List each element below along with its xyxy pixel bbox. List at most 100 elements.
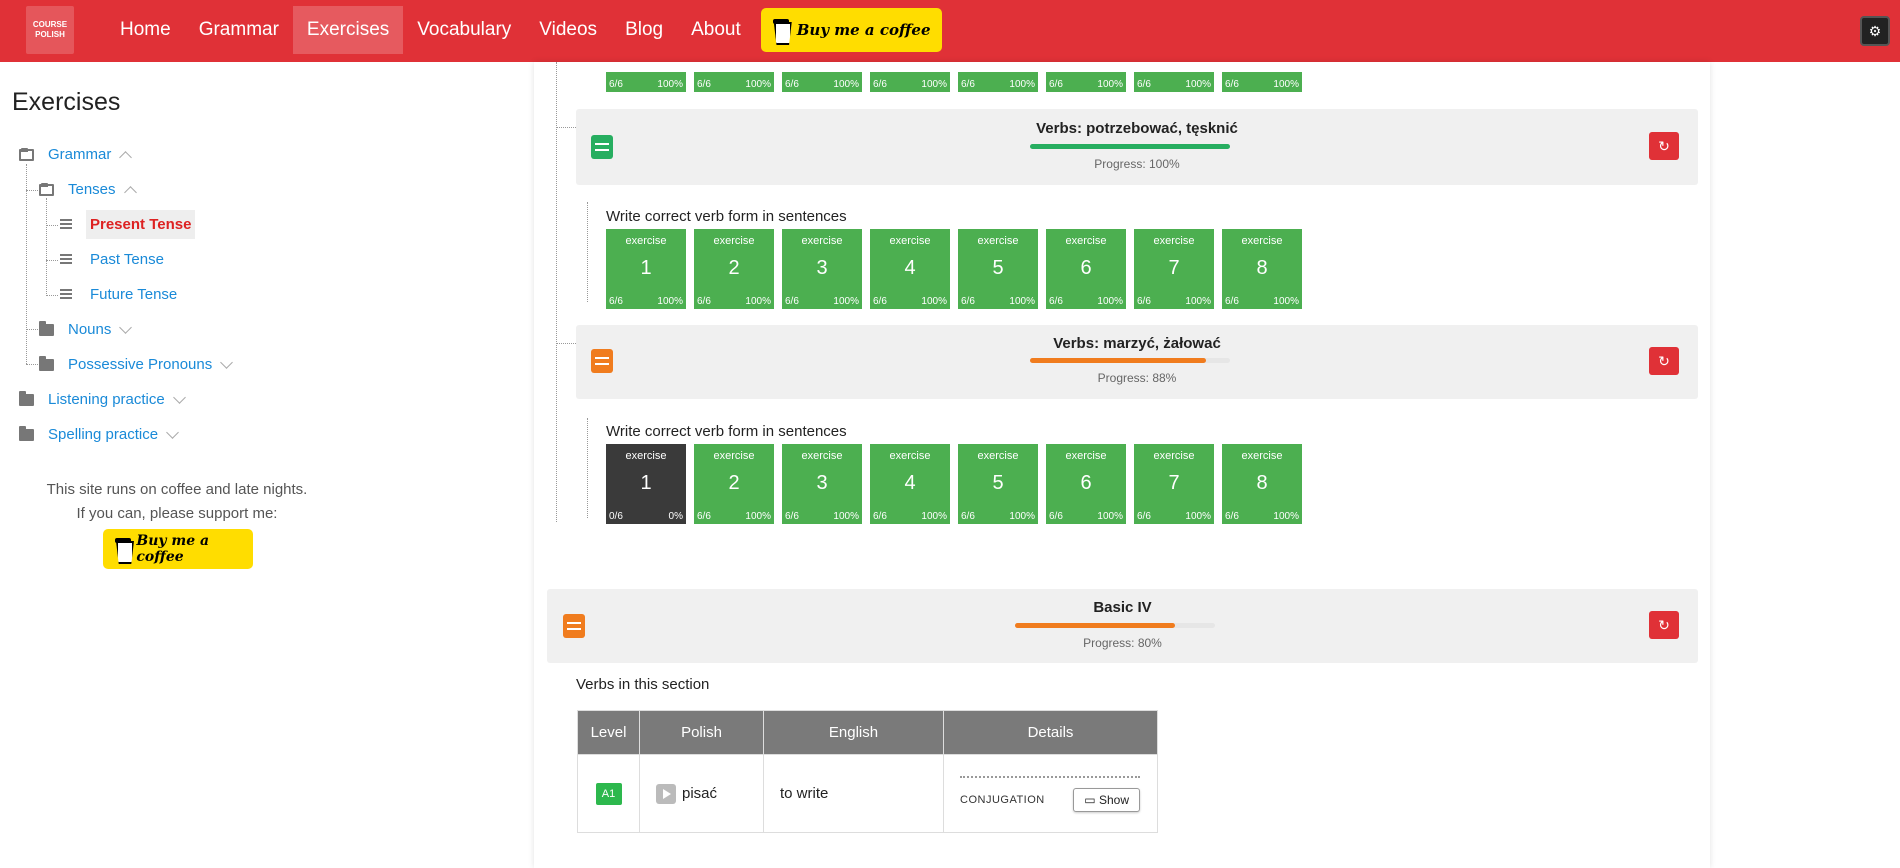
tree-item-tenses[interactable]: Tenses xyxy=(39,181,137,199)
exercise-tile[interactable]: 6/6 100% xyxy=(694,72,774,92)
show-label: Show xyxy=(1098,792,1129,807)
exercise-tile[interactable]: 6/6 100% xyxy=(870,72,950,92)
verbs-section-label: Verbs in this section xyxy=(576,676,710,693)
exercise-tile[interactable]: 6/6 100% xyxy=(782,72,862,92)
book-open-icon: ▭ xyxy=(1084,792,1099,807)
exercise-tile[interactable]: exercise 4 6/6 100% xyxy=(870,229,950,309)
level-cell: A1 xyxy=(577,754,640,833)
reset-icon[interactable]: ↻ xyxy=(1649,347,1679,375)
tree-line xyxy=(26,364,38,365)
show-conjugation-button[interactable]: ▭ Show xyxy=(1073,787,1140,812)
tree-item-future-tense[interactable]: Future Tense xyxy=(60,286,177,303)
exercise-pct: 100% xyxy=(1009,296,1035,307)
nav-exercises[interactable]: Exercises xyxy=(292,6,404,54)
coffee-cup-icon xyxy=(115,538,132,560)
tree-item-nouns[interactable]: Nouns xyxy=(39,320,133,338)
sidebar-coffee-button[interactable]: Buy me a coffee xyxy=(103,529,253,569)
buy-coffee-button[interactable]: Buy me a coffee xyxy=(760,8,943,52)
exercise-tile[interactable]: exercise 1 6/6 100% xyxy=(606,229,686,309)
nav-about[interactable]: About xyxy=(677,6,755,54)
exercise-pct: 100% xyxy=(657,296,683,307)
exercise-tile[interactable]: exercise 5 6/6 100% xyxy=(958,444,1038,524)
folder-icon xyxy=(39,320,54,336)
exercise-tile[interactable]: exercise 2 6/6 100% xyxy=(694,444,774,524)
exercise-pct: 100% xyxy=(921,511,947,522)
tree-item-grammar[interactable]: Grammar xyxy=(19,146,133,164)
site-logo[interactable]: COURSE POLISH xyxy=(26,6,74,54)
nav-blog[interactable]: Blog xyxy=(611,6,677,54)
chevron-up-icon[interactable] xyxy=(123,185,137,199)
support-text: This site runs on coffee and late nights… xyxy=(0,478,354,526)
tree-line xyxy=(556,62,557,522)
exercise-tile[interactable]: exercise 3 6/6 100% xyxy=(782,444,862,524)
chevron-up-icon[interactable] xyxy=(119,150,133,164)
section-card-potrzebowac[interactable]: Verbs: potrzebować, tęsknić Progress: 10… xyxy=(576,109,1698,185)
tree-item-past-tense[interactable]: Past Tense xyxy=(60,251,164,268)
exercise-label: exercise xyxy=(801,450,843,462)
chevron-down-icon[interactable] xyxy=(172,391,186,404)
exercise-pct: 100% xyxy=(833,511,859,522)
exercise-tile[interactable]: exercise 7 6/6 100% xyxy=(1134,229,1214,309)
chevron-down-icon[interactable] xyxy=(166,426,179,439)
sidebar-title: Exercises xyxy=(12,88,121,116)
tree-item-present-tense[interactable]: Present Tense xyxy=(60,210,196,239)
tree-item-listening[interactable]: Listening practice xyxy=(19,390,186,408)
exercise-pct: 100% xyxy=(745,296,771,307)
exercise-label: exercise xyxy=(889,235,931,247)
exercise-tile[interactable]: exercise 1 0/6 0% xyxy=(606,444,686,524)
progress-bar xyxy=(1030,358,1230,363)
nav-grammar[interactable]: Grammar xyxy=(185,6,293,54)
exercise-row-top: 6/6 100% 6/6 100% 6/6 100% 6/6 100% 6/6 100% … xyxy=(606,72,1310,92)
tree-label: Tenses xyxy=(68,181,116,198)
exercise-tile[interactable]: exercise 3 6/6 100% xyxy=(782,229,862,309)
logo-line1: COURSE xyxy=(32,20,68,29)
tree-item-possessive-pronouns[interactable]: Possessive Pronouns xyxy=(39,355,234,373)
exercise-tile[interactable]: exercise 5 6/6 100% xyxy=(958,229,1038,309)
exercise-label: exercise xyxy=(1241,235,1283,247)
reset-icon[interactable]: ↻ xyxy=(1649,611,1679,639)
progress-bar xyxy=(1015,623,1215,628)
progress-text: Progress: 80% xyxy=(1083,636,1162,650)
exercise-tile[interactable]: 6/6 100% xyxy=(606,72,686,92)
tree-item-spelling[interactable]: Spelling practice xyxy=(19,425,179,443)
exercise-tile[interactable]: exercise 2 6/6 100% xyxy=(694,229,774,309)
exercise-label: exercise xyxy=(977,450,1019,462)
section-card-marzyc[interactable]: Verbs: marzyć, żałować Progress: 88% ↻ xyxy=(576,325,1698,399)
nav-home[interactable]: Home xyxy=(106,6,185,54)
exercise-tile[interactable]: exercise 7 6/6 100% xyxy=(1134,444,1214,524)
exercise-number: 6 xyxy=(1080,472,1092,494)
exercise-number: 7 xyxy=(1168,257,1180,279)
section-card-basic-iv[interactable]: Basic IV Progress: 80% ↻ xyxy=(547,589,1698,663)
tree-label: Nouns xyxy=(68,321,112,338)
exercise-score: 6/6 xyxy=(609,296,623,307)
exercise-tile[interactable]: 6/6 100% xyxy=(958,72,1038,92)
exercise-tile[interactable]: exercise 8 6/6 100% xyxy=(1222,444,1302,524)
exercise-tile[interactable]: 6/6 100% xyxy=(1046,72,1126,92)
reset-icon[interactable]: ↻ xyxy=(1649,132,1679,160)
exercise-group-label: Write correct verb form in sentences xyxy=(606,208,847,225)
section-title: Verbs: potrzebować, tęsknić xyxy=(1036,120,1238,137)
exercise-pct: 100% xyxy=(657,79,683,90)
exercise-label: exercise xyxy=(889,450,931,462)
theme-toggle-icon[interactable]: ⚙ xyxy=(1860,16,1890,46)
chevron-down-icon[interactable] xyxy=(119,321,133,334)
exercise-tile[interactable]: exercise 4 6/6 100% xyxy=(870,444,950,524)
coffee-label: Buy me a coffee xyxy=(136,533,210,565)
chevron-down-icon[interactable] xyxy=(220,356,234,369)
play-audio-icon[interactable] xyxy=(656,783,676,804)
folder-icon xyxy=(39,355,54,371)
exercise-tile[interactable]: exercise 6 6/6 100% xyxy=(1046,444,1126,524)
polish-cell: pisać xyxy=(639,754,764,833)
exercise-tile[interactable]: 6/6 100% xyxy=(1134,72,1214,92)
exercise-tile[interactable]: 6/6 100% xyxy=(1222,72,1302,92)
exercise-number: 8 xyxy=(1256,472,1268,494)
exercise-tile[interactable]: exercise 6 6/6 100% xyxy=(1046,229,1126,309)
exercise-label: exercise xyxy=(713,450,755,462)
nav-videos[interactable]: Videos xyxy=(525,6,611,54)
column-header: Level xyxy=(577,710,640,755)
exercise-pct: 100% xyxy=(1273,296,1299,307)
nav-vocabulary[interactable]: Vocabulary xyxy=(403,6,525,54)
progress-text: Progress: 100% xyxy=(1094,157,1180,171)
exercise-group-label: Write correct verb form in sentences xyxy=(606,423,847,440)
exercise-tile[interactable]: exercise 8 6/6 100% xyxy=(1222,229,1302,309)
